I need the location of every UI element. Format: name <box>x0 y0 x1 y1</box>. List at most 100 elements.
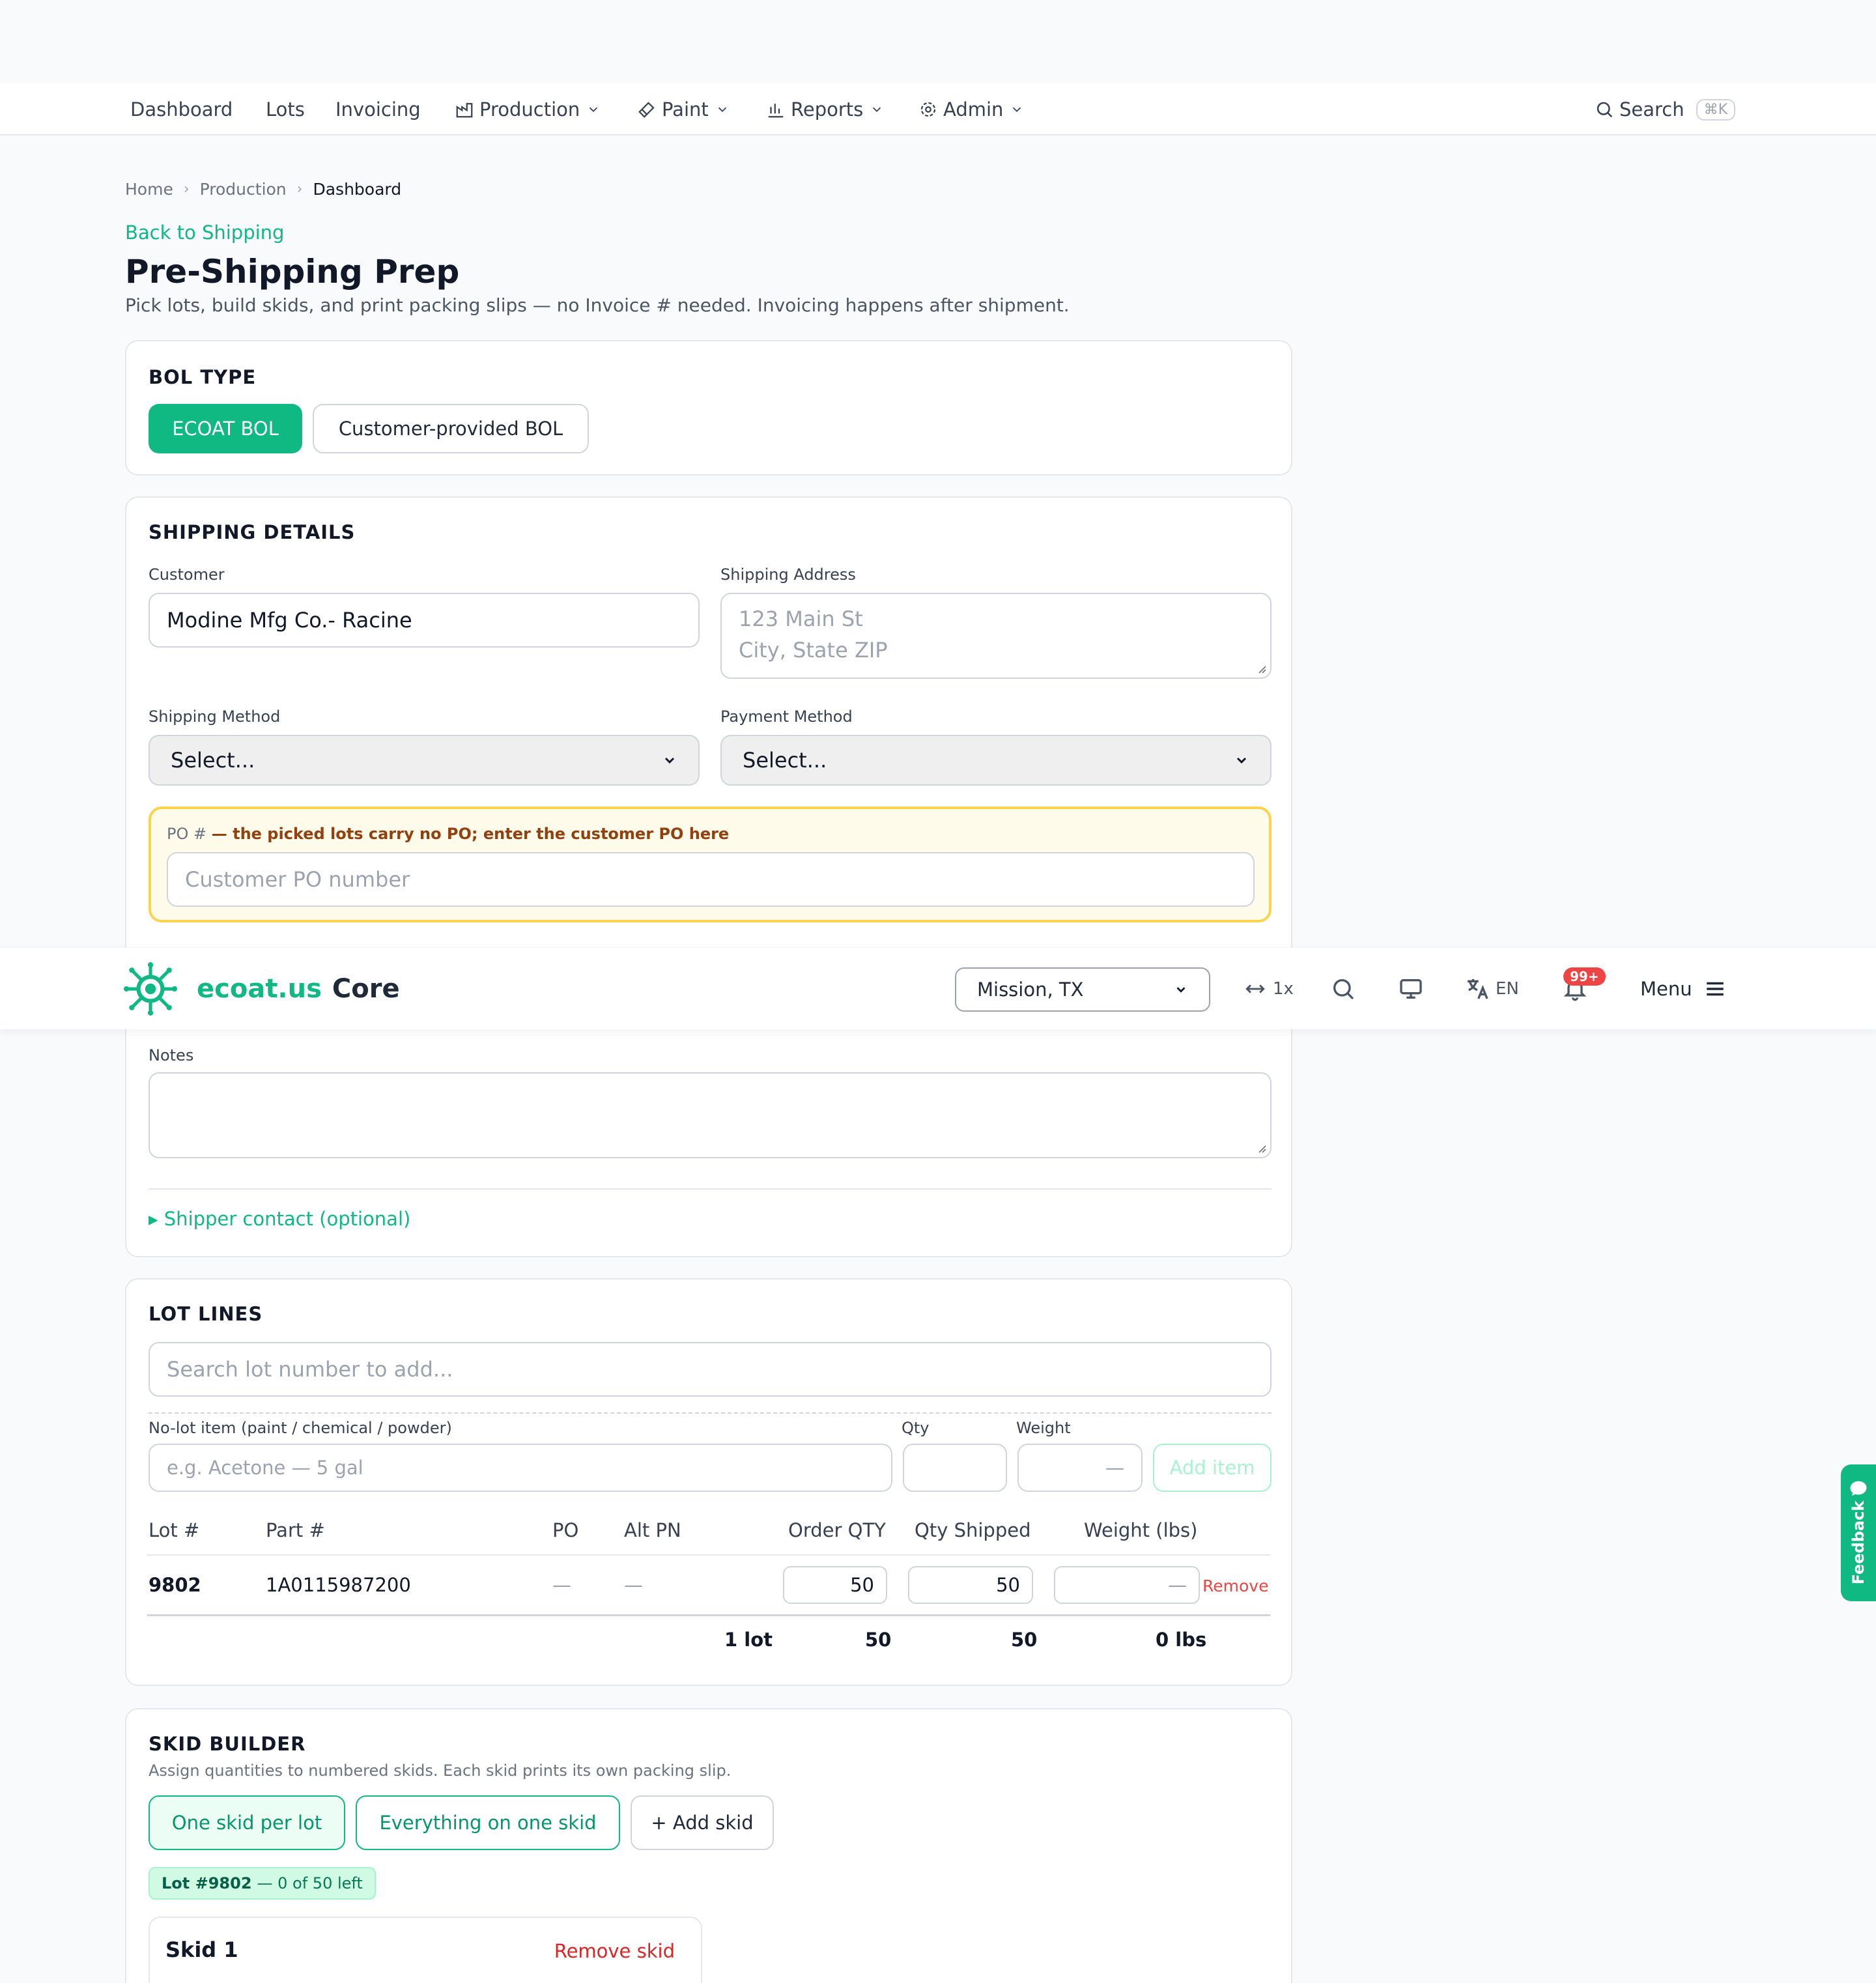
payment-method-label: Payment Method <box>720 707 853 726</box>
chat-bubble-icon <box>1850 1481 1867 1496</box>
resize-grip-icon[interactable] <box>1256 663 1266 674</box>
app-header: ecoat.us Core Mission, TX 1x EN 99+ Menu <box>0 947 1876 1029</box>
weight-placeholder: — <box>1168 1574 1187 1596</box>
qty-shipped-value: 50 <box>996 1574 1020 1596</box>
menu-button[interactable]: Menu <box>1640 948 1726 1030</box>
customer-value: Modine Mfg Co.- Racine <box>167 608 412 633</box>
remove-row-button[interactable]: Remove <box>1202 1576 1268 1595</box>
lot-search-input[interactable]: Search lot number to add... <box>149 1342 1272 1397</box>
main-nav: Dashboard Lots Invoicing Production Pain… <box>0 83 1876 136</box>
location-select[interactable]: Mission, TX <box>955 967 1210 1012</box>
feedback-tab[interactable]: Feedback <box>1841 1464 1876 1601</box>
chevron-right-icon: › <box>183 180 190 197</box>
search-icon <box>1597 102 1613 118</box>
back-link[interactable]: Back to Shipping <box>125 221 284 244</box>
lot-search-placeholder: Search lot number to add... <box>167 1357 453 1382</box>
total-weight: 0 lbs <box>1156 1629 1207 1651</box>
row-alt-pn: — <box>624 1574 643 1596</box>
notes-label: Notes <box>149 1046 194 1064</box>
chevron-right-icon: › <box>296 180 303 197</box>
notes-textarea[interactable] <box>149 1072 1272 1158</box>
shipping-address-textarea[interactable]: 123 Main St City, State ZIP <box>720 593 1272 679</box>
nav-production[interactable]: Production <box>455 83 601 136</box>
order-qty-input[interactable]: 50 <box>783 1566 887 1604</box>
nolot-weight-input[interactable]: — <box>1017 1444 1143 1492</box>
nav-invoicing[interactable]: Invoicing <box>335 83 421 136</box>
nav-search-button[interactable]: Search ⌘K <box>1595 83 1736 136</box>
chip-rest: — 0 of 50 left <box>257 1874 363 1892</box>
bol-type-title: BOL TYPE <box>149 366 257 388</box>
ecoat-bol-button[interactable]: ECOAT BOL <box>149 404 302 453</box>
payment-method-select[interactable]: Select... <box>720 735 1272 786</box>
resize-grip-icon[interactable] <box>1256 1143 1266 1153</box>
nolot-qty-input[interactable] <box>903 1444 1007 1492</box>
payment-method-value: Select... <box>743 748 827 773</box>
factory-icon <box>456 103 473 118</box>
shipper-contact-toggle[interactable]: ▸ Shipper contact (optional) <box>149 1208 410 1230</box>
nav-reports[interactable]: Reports <box>766 83 884 136</box>
add-item-button[interactable]: Add item <box>1153 1444 1272 1492</box>
divider <box>149 1188 1272 1190</box>
zoom-value: 1x <box>1273 979 1294 999</box>
row-po: — <box>552 1574 571 1596</box>
everything-one-skid-button[interactable]: Everything on one skid <box>356 1795 620 1850</box>
location-value: Mission, TX <box>977 978 1084 1001</box>
nolot-label: No-lot item (paint / chemical / powder) <box>149 1419 452 1437</box>
skid-builder-card: SKID BUILDER Assign quantities to number… <box>125 1708 1292 1983</box>
virus-logo-icon <box>124 962 177 1016</box>
chevron-down-icon <box>1176 987 1186 993</box>
search-shortcut: ⌘K <box>1696 98 1736 121</box>
shipping-method-value: Select... <box>171 748 255 773</box>
chevron-down-icon <box>1236 757 1247 764</box>
language-button[interactable]: EN <box>1464 948 1519 1030</box>
shipping-method-label: Shipping Method <box>149 707 281 726</box>
brand[interactable]: ecoat.us Core <box>197 948 400 1030</box>
nav-invoicing-label: Invoicing <box>335 98 421 121</box>
weight-input[interactable]: — <box>1054 1566 1200 1604</box>
skid-builder-subtitle: Assign quantities to numbered skids. Eac… <box>149 1762 732 1780</box>
po-placeholder: Customer PO number <box>185 867 410 892</box>
nav-dashboard-label: Dashboard <box>130 98 233 121</box>
po-warning-box: PO # — the picked lots carry no PO; ente… <box>149 806 1272 922</box>
nav-admin[interactable]: Admin <box>918 83 1024 136</box>
shipping-method-select[interactable]: Select... <box>149 735 700 786</box>
page-title: Pre-Shipping Prep <box>125 253 460 291</box>
hamburger-icon <box>1706 982 1724 996</box>
address-placeholder-line1: 123 Main St <box>739 606 863 631</box>
nav-reports-label: Reports <box>791 98 864 121</box>
bar-chart-icon <box>768 104 784 118</box>
skid-card: Skid 1 Remove skid <box>149 1917 702 1983</box>
customer-input[interactable]: Modine Mfg Co.- Racine <box>149 593 700 648</box>
page-subtitle: Pick lots, build skids, and print packin… <box>125 294 1070 316</box>
nolot-placeholder: e.g. Acetone — 5 gal <box>167 1457 363 1479</box>
nav-paint[interactable]: Paint <box>637 83 730 136</box>
po-input[interactable]: Customer PO number <box>167 852 1255 907</box>
col-weight: Weight (lbs) <box>1084 1519 1198 1541</box>
one-skid-per-lot-button[interactable]: One skid per lot <box>149 1795 345 1850</box>
nolot-weight-placeholder: — <box>1105 1457 1124 1479</box>
translate-icon <box>1468 979 1488 999</box>
customer-bol-button[interactable]: Customer-provided BOL <box>313 404 589 453</box>
nav-lots[interactable]: Lots <box>266 83 305 136</box>
nolot-input[interactable]: e.g. Acetone — 5 gal <box>149 1444 892 1492</box>
qty-shipped-input[interactable]: 50 <box>908 1566 1033 1604</box>
col-part: Part # <box>266 1519 325 1541</box>
skid-title: Skid 1 <box>165 1937 238 1962</box>
nav-dashboard[interactable]: Dashboard <box>130 83 233 136</box>
display-button[interactable] <box>1398 948 1424 1030</box>
breadcrumb-home[interactable]: Home <box>125 180 173 199</box>
add-skid-button[interactable]: + Add skid <box>631 1795 774 1850</box>
breadcrumb-production[interactable]: Production <box>200 180 287 199</box>
gear-icon <box>920 102 936 117</box>
nav-lots-label: Lots <box>266 98 305 121</box>
lot-lines-card: LOT LINES Search lot number to add... No… <box>125 1278 1292 1686</box>
zoom-toggle[interactable]: 1x <box>1244 948 1294 1030</box>
arrows-horizontal-icon <box>1245 984 1265 993</box>
notifications-button[interactable] <box>1562 948 1588 1030</box>
total-qty-shipped: 50 <box>1011 1629 1038 1651</box>
remove-skid-button[interactable]: Remove skid <box>554 1940 675 1962</box>
header-search-button[interactable] <box>1330 948 1356 1030</box>
brand-secondary: Core <box>332 974 400 1004</box>
table-header-divider <box>147 1554 1270 1556</box>
nav-admin-label: Admin <box>943 98 1004 121</box>
